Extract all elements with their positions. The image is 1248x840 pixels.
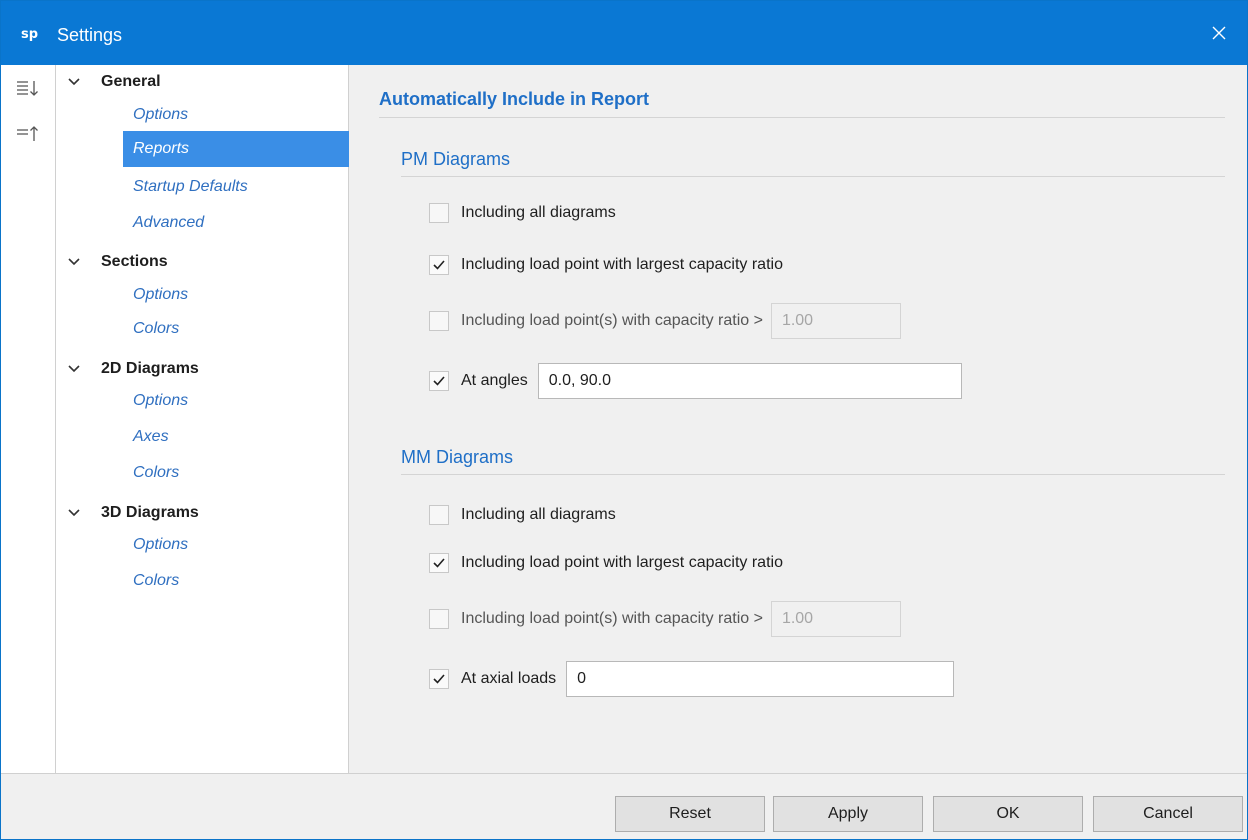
tree-item-general-reports[interactable]: Reports (123, 131, 349, 167)
tree-item-3d-options[interactable]: Options (123, 527, 349, 563)
chevron-down-icon (68, 365, 80, 373)
app-logo: sp (21, 27, 39, 42)
close-button[interactable] (1191, 1, 1247, 65)
heading-divider (379, 117, 1225, 118)
close-icon (1212, 26, 1226, 40)
expand-all-button[interactable] (13, 75, 43, 103)
pm-all-diagrams-row: Including all diagrams (429, 203, 616, 223)
checkmark-icon (433, 674, 445, 684)
ok-button[interactable]: OK (933, 796, 1083, 832)
mm-largest-ratio-row: Including load point with largest capaci… (429, 553, 783, 573)
pm-angles-input[interactable]: 0.0, 90.0 (537, 363, 962, 399)
pm-ratio-threshold-checkbox[interactable] (429, 311, 449, 331)
pm-ratio-threshold-label: Including load point(s) with capacity ra… (461, 312, 763, 329)
mm-axial-loads-label: At axial loads (461, 670, 557, 687)
cancel-button[interactable]: Cancel (1093, 796, 1243, 832)
tree-group-label: 3D Diagrams (101, 504, 199, 521)
chevron-down-icon (68, 509, 80, 517)
mm-section-title: MM Diagrams (401, 447, 514, 467)
mm-all-diagrams-checkbox[interactable] (429, 505, 449, 525)
tree-group-sections[interactable]: Sections (57, 245, 349, 281)
tree-item-sections-options[interactable]: Options (123, 277, 349, 313)
tree-item-2d-options[interactable]: Options (123, 383, 349, 419)
pm-ratio-threshold-row: Including load point(s) with capacity ra… (429, 303, 901, 339)
mm-all-diagrams-label: Including all diagrams (461, 506, 616, 523)
collapse-all-icon (17, 126, 38, 141)
pm-section-title: PM Diagrams (401, 149, 511, 169)
mm-all-diagrams-row: Including all diagrams (429, 505, 616, 525)
tree-group-general[interactable]: General (57, 65, 349, 101)
checkmark-icon (433, 376, 445, 386)
pm-largest-ratio-checkbox[interactable] (429, 255, 449, 275)
pm-angles-label: At angles (461, 372, 528, 389)
pm-largest-ratio-row: Including load point with largest capaci… (429, 255, 783, 275)
checkmark-icon (433, 260, 445, 270)
mm-axial-loads-row: At axial loads 0 (429, 661, 955, 697)
pm-all-diagrams-checkbox[interactable] (429, 203, 449, 223)
chevron-down-icon (68, 78, 80, 86)
mm-ratio-threshold-row: Including load point(s) with capacity ra… (429, 601, 901, 637)
expand-all-icon (17, 81, 38, 96)
tree-item-2d-axes[interactable]: Axes (123, 419, 349, 455)
page-heading: Automatically Include in Report (379, 89, 650, 109)
mm-largest-ratio-label: Including load point with largest capaci… (461, 554, 783, 571)
window-title: Settings (57, 25, 123, 45)
pm-largest-ratio-label: Including load point with largest capaci… (461, 256, 783, 273)
mm-axial-loads-input[interactable]: 0 (566, 661, 955, 697)
reset-button[interactable]: Reset (615, 796, 765, 832)
pm-ratio-threshold-input[interactable]: 1.00 (770, 303, 901, 339)
mm-ratio-threshold-label: Including load point(s) with capacity ra… (461, 610, 763, 627)
tree-item-general-startup-defaults[interactable]: Startup Defaults (123, 169, 349, 205)
chevron-down-icon (68, 258, 80, 266)
pm-divider (401, 176, 1225, 177)
pm-all-diagrams-label: Including all diagrams (461, 204, 616, 221)
mm-axial-loads-checkbox[interactable] (429, 669, 449, 689)
settings-tree: General Options Reports Startup Defaults… (57, 65, 349, 773)
pm-angles-row: At angles 0.0, 90.0 (429, 363, 962, 399)
apply-button[interactable]: Apply (773, 796, 923, 832)
tree-group-label: 2D Diagrams (101, 360, 199, 377)
collapse-all-button[interactable] (13, 119, 43, 147)
tree-item-general-options[interactable]: Options (123, 97, 349, 133)
checkmark-icon (433, 558, 445, 568)
mm-ratio-threshold-checkbox[interactable] (429, 609, 449, 629)
pm-angles-checkbox[interactable] (429, 371, 449, 391)
tree-item-general-advanced[interactable]: Advanced (123, 205, 349, 241)
tree-item-2d-colors[interactable]: Colors (123, 455, 349, 491)
title-bar: sp Settings (1, 1, 1247, 65)
tree-group-label: Sections (101, 253, 168, 270)
mm-ratio-threshold-input[interactable]: 1.00 (770, 601, 901, 637)
tree-toolbar (1, 65, 56, 773)
mm-divider (401, 474, 1225, 475)
reports-settings-panel: Automatically Include in Report PM Diagr… (349, 65, 1247, 773)
mm-largest-ratio-checkbox[interactable] (429, 553, 449, 573)
tree-item-sections-colors[interactable]: Colors (123, 311, 349, 347)
tree-group-label: General (101, 73, 161, 90)
tree-item-3d-colors[interactable]: Colors (123, 563, 349, 599)
dialog-footer: Reset Apply OK Cancel (1, 773, 1247, 839)
